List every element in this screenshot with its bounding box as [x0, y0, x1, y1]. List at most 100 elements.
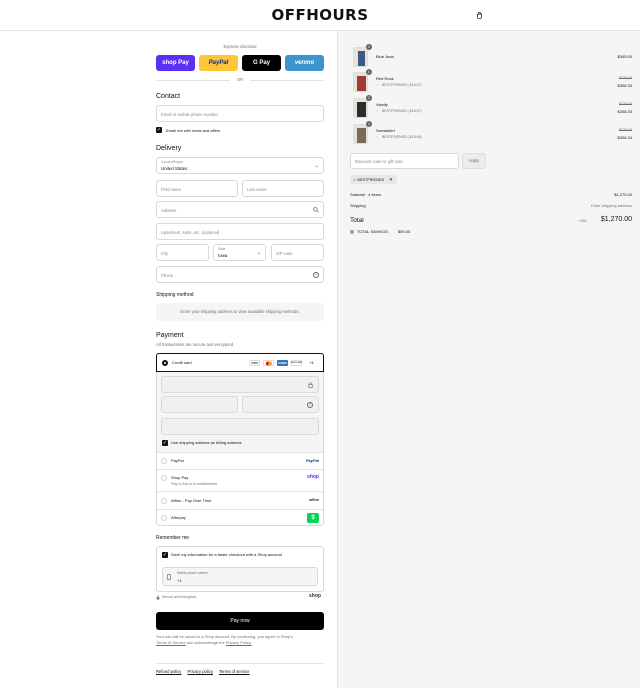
refund-policy-link[interactable]: Refund policy: [156, 669, 181, 674]
shop-logo-icon: shop: [307, 474, 319, 480]
shop-pay-option-sub: Pay in full or in installments: [171, 482, 218, 486]
last-name-field[interactable]: Last name: [242, 180, 324, 197]
currency-code: USD: [579, 219, 587, 223]
express-checkout-label: Express checkout: [223, 44, 257, 49]
email-field[interactable]: Email or mobile phone number: [156, 105, 324, 122]
cash-app-icon: $: [307, 513, 319, 523]
more-cards-badge: +4: [309, 360, 314, 365]
paypal-radio[interactable]: [161, 458, 167, 464]
product-old-price: $325.00: [619, 128, 632, 132]
product-price: $308.34: [617, 135, 632, 140]
afterpay-option[interactable]: Afterpay $: [157, 509, 323, 526]
product-name: Blue Jean: [376, 54, 394, 59]
state-select[interactable]: State Iowa ⌄: [213, 244, 266, 261]
credit-card-label: Credit card: [172, 360, 192, 365]
paypal-button-label: PayPal: [208, 60, 229, 66]
shop-pay-option[interactable]: Shop Pay Pay in full or in installments …: [157, 469, 323, 491]
or-separator: OR: [236, 77, 244, 82]
product-thumbnail: [353, 47, 368, 67]
news-checkbox[interactable]: ✓: [156, 127, 162, 133]
legal-text: Your info will be saved to a Shop accoun…: [156, 634, 324, 645]
mobile-phone-field[interactable]: Mobile phone number +1: [162, 567, 318, 586]
apartment-field[interactable]: Apartment, suite, etc. (optional): [156, 223, 324, 240]
legal-text-and: and acknowledge the: [186, 639, 225, 645]
lock-icon: [156, 595, 160, 602]
quantity-badge: 1: [366, 44, 372, 50]
paypal-button[interactable]: PayPal: [199, 55, 238, 71]
shop-pay-radio[interactable]: [161, 475, 167, 481]
paypal-logo-icon: PayPal: [305, 458, 319, 463]
shop-pay-button[interactable]: shop Pay: [156, 55, 195, 71]
affirm-option[interactable]: Affirm - Pay Over Time affirm: [157, 491, 323, 509]
help-icon[interactable]: ?: [307, 402, 313, 408]
name-on-card-field[interactable]: [161, 418, 319, 435]
address-placeholder: Address: [161, 208, 177, 213]
credit-card-radio[interactable]: [162, 360, 168, 366]
save-info-checkbox[interactable]: ✓: [162, 552, 168, 558]
affirm-option-label: Affirm - Pay Over Time: [171, 498, 212, 503]
help-icon[interactable]: ?: [313, 272, 319, 278]
city-placeholder: City: [161, 251, 169, 256]
discount-tag-icon: ◌: [376, 135, 379, 139]
discount-tag-icon: ◌: [376, 83, 379, 87]
chevron-down-icon: ⌄: [256, 250, 261, 256]
country-value: United States: [161, 166, 188, 171]
expiration-field[interactable]: [161, 396, 238, 413]
savings-icon: ◍: [350, 229, 354, 234]
zip-field[interactable]: ZIP code: [271, 244, 324, 261]
product-thumbnail: [353, 124, 368, 144]
product-discount: BESTFRIENDS (-$16.67): [382, 109, 422, 113]
afterpay-radio[interactable]: [161, 515, 167, 521]
remember-me-heading: Remember me: [156, 535, 190, 541]
payment-subtitle: All transactions are secure and encrypte…: [156, 342, 235, 347]
first-name-field[interactable]: First name: [156, 180, 238, 197]
city-field[interactable]: City: [156, 244, 209, 261]
discount-code-field[interactable]: Discount code or gift card: [350, 153, 459, 169]
paypal-option-label: PayPal: [171, 458, 184, 463]
product-discount: BESTFRIENDS (-$16.67): [382, 83, 422, 87]
credit-card-option[interactable]: Credit card VISA AMEX DISCOVER +4: [156, 353, 324, 372]
contact-heading: Contact: [156, 93, 181, 100]
tag-icon: ⌂: [353, 177, 356, 182]
privacy-policy-footer-link[interactable]: Privacy policy: [187, 669, 213, 674]
search-icon: [313, 207, 319, 215]
store-logo[interactable]: OFFHOURS: [0, 6, 640, 24]
privacy-policy-link[interactable]: Privacy Policy.: [226, 640, 252, 645]
security-code-field[interactable]: ?: [242, 396, 319, 413]
card-form: ? ✓ Use shipping address as billing addr…: [157, 372, 323, 452]
discount-tag-icon: ◌: [376, 109, 379, 113]
google-pay-button[interactable]: G Pay: [242, 55, 281, 71]
phone-field[interactable]: Phone ?: [156, 266, 324, 283]
shopping-bag-icon[interactable]: [474, 10, 484, 20]
remove-discount-icon[interactable]: ✕: [389, 177, 393, 183]
country-select[interactable]: Country/Region United States ⌄: [156, 157, 324, 174]
subtotal-label: Subtotal · 4 items: [350, 192, 382, 197]
affirm-radio[interactable]: [161, 498, 167, 504]
terms-of-service-footer-link[interactable]: Terms of service: [219, 669, 249, 674]
card-number-field[interactable]: [161, 376, 319, 393]
phone-placeholder: Phone: [161, 273, 174, 278]
state-label: State: [218, 247, 226, 251]
venmo-button[interactable]: venmo: [285, 55, 324, 71]
order-summary: 1 Blue Jean $345.00 1 Red Rock ◌ BESTFRI…: [337, 31, 640, 688]
visa-icon: VISA: [249, 360, 260, 366]
mobile-phone-label: Mobile phone number: [177, 571, 208, 575]
total-savings-value: $50.00: [398, 229, 411, 234]
apply-button[interactable]: Apply: [462, 153, 486, 169]
product-image: [357, 128, 366, 143]
pay-now-button[interactable]: Pay now: [156, 612, 324, 630]
billing-checkbox[interactable]: ✓: [162, 440, 168, 446]
news-checkbox-label: Email me with news and offers: [166, 128, 221, 133]
footer-divider: [156, 663, 324, 664]
quantity-badge: 1: [366, 69, 372, 75]
secure-label: Secure and encrypted: [162, 595, 197, 599]
shipping-label: Shipping: [350, 203, 366, 208]
address-field[interactable]: Address: [156, 201, 324, 218]
product-price: $308.33: [617, 83, 632, 88]
divider-right: [250, 80, 324, 81]
quantity-badge: 1: [366, 121, 372, 127]
apartment-placeholder: Apartment, suite, etc. (optional): [161, 230, 220, 235]
product-thumbnail: [353, 72, 368, 92]
paypal-option[interactable]: PayPal PayPal: [157, 452, 323, 469]
terms-of-service-link[interactable]: Terms of Service: [156, 640, 186, 645]
